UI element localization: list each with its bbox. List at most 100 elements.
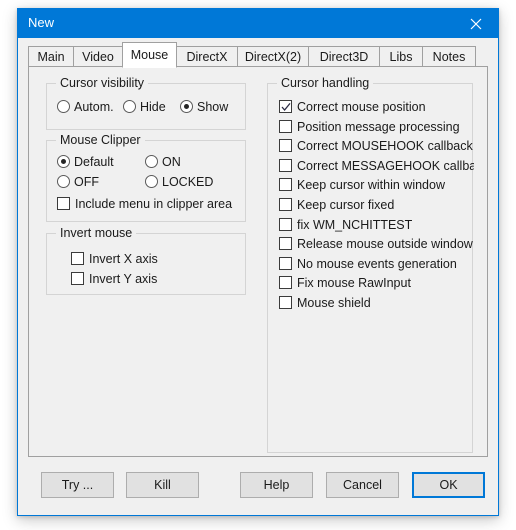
radio-clipper-locked-label: LOCKED — [162, 175, 214, 189]
radio-clipper-off-indicator — [57, 175, 70, 188]
checkbox-indicator — [279, 139, 292, 153]
checkbox-fix-wm-nchittest[interactable]: fix WM_NCHITTEST — [279, 217, 413, 232]
cancel-button[interactable]: Cancel — [326, 472, 399, 498]
checkbox-label: Position message processing — [297, 119, 460, 134]
checkbox-indicator — [279, 100, 292, 113]
checkbox-label: Correct MESSAGEHOOK callback — [297, 158, 474, 173]
tab-label: Notes — [432, 50, 466, 64]
radio-clipper-default[interactable]: Default — [57, 155, 114, 169]
radio-clipper-on[interactable]: ON — [145, 155, 181, 169]
checkbox-no-mouse-events-generation[interactable]: No mouse events generation — [279, 256, 457, 271]
radio-autom-label: Autom. — [74, 100, 114, 114]
radio-hide[interactable]: Hide — [123, 100, 166, 114]
tab-notes[interactable]: Notes — [422, 46, 476, 67]
cursor-handling-checkbox-list: Correct mouse position Position message p… — [268, 84, 474, 452]
checkbox-indicator — [279, 237, 292, 251]
checkbox-label: Keep cursor within window — [297, 178, 445, 193]
checkbox-label: Release mouse outside window — [297, 237, 473, 252]
checkbox-correct-messagehook-callback[interactable]: Correct MESSAGEHOOK callback — [279, 158, 474, 173]
checkbox-keep-cursor-fixed[interactable]: Keep cursor fixed — [279, 198, 394, 212]
tab-label: DirectX(2) — [244, 50, 302, 64]
checkbox-invert-y-label: Invert Y axis — [89, 272, 158, 286]
tab-label: Libs — [389, 50, 413, 64]
group-invert-mouse-title: Invert mouse — [56, 226, 137, 240]
radio-clipper-on-label: ON — [162, 155, 181, 169]
window-title: New — [28, 15, 55, 30]
radio-hide-label: Hide — [140, 100, 166, 114]
help-button[interactable]: Help — [240, 472, 313, 498]
button-label: Kill — [154, 478, 171, 492]
button-label: Cancel — [343, 478, 382, 492]
tab-panel-mouse: Cursor visibility Autom. Hide Show Mouse… — [28, 66, 488, 457]
tab-label: Main — [37, 50, 65, 64]
checkbox-position-message-processing[interactable]: Position message processing — [279, 119, 460, 134]
checkbox-indicator — [279, 217, 292, 231]
checkbox-include-menu-indicator — [57, 197, 70, 210]
title-bar: New — [18, 9, 498, 38]
radio-clipper-locked-indicator — [145, 175, 158, 188]
tab-label: Mouse — [130, 48, 169, 62]
checkbox-label: No mouse events generation — [297, 256, 457, 271]
tab-direct3d[interactable]: Direct3D — [308, 46, 380, 67]
tab-directx-2[interactable]: DirectX(2) — [237, 46, 309, 67]
group-invert-mouse: Invert mouse Invert X axis Invert Y axis — [46, 226, 246, 295]
radio-clipper-on-indicator — [145, 155, 158, 168]
checkbox-indicator — [279, 158, 292, 172]
checkbox-label: Correct MOUSEHOOK callback — [297, 139, 473, 154]
tab-label: DirectX — [186, 50, 228, 64]
checkbox-invert-y-axis[interactable]: Invert Y axis — [71, 272, 157, 286]
ok-button[interactable]: OK — [412, 472, 485, 498]
tab-label: Direct3D — [319, 50, 369, 64]
radio-autom[interactable]: Autom. — [57, 100, 114, 114]
checkbox-label: Fix mouse RawInput — [297, 276, 411, 291]
checkbox-release-mouse-outside-window[interactable]: Release mouse outside window — [279, 237, 473, 251]
radio-show[interactable]: Show — [180, 100, 228, 114]
tab-video[interactable]: Video — [73, 46, 123, 67]
checkbox-invert-x-axis[interactable]: Invert X axis — [71, 252, 158, 266]
checkbox-label: Correct mouse position — [297, 100, 426, 114]
kill-button[interactable]: Kill — [126, 472, 199, 498]
tab-directx[interactable]: DirectX — [176, 46, 238, 67]
group-mouse-clipper: Mouse Clipper Default ON OFF LOCKED Incl… — [46, 133, 246, 222]
radio-clipper-default-indicator — [57, 155, 70, 168]
group-cursor-handling: Cursor handling Correct mouse position Po… — [267, 76, 474, 453]
tab-strip: Main Video Mouse DirectX DirectX(2) Direct3D L… — [28, 42, 488, 68]
radio-clipper-off[interactable]: OFF — [57, 175, 99, 189]
radio-show-indicator — [180, 100, 193, 113]
checkbox-correct-mousehook-callback[interactable]: Correct MOUSEHOOK callback — [279, 139, 473, 153]
tab-main[interactable]: Main — [28, 46, 74, 67]
new-profile-dialog: New Main Video Mouse DirectX DirectX(2) Direc… — [17, 8, 499, 516]
checkbox-label: Keep cursor fixed — [297, 198, 395, 212]
checkbox-indicator — [279, 178, 292, 192]
group-cursor-visibility-title: Cursor visibility — [56, 76, 149, 90]
checkbox-indicator — [279, 119, 292, 133]
checkbox-include-menu-in-clipper-area[interactable]: Include menu in clipper area — [57, 197, 232, 211]
button-label: Try ... — [61, 478, 94, 492]
radio-show-label: Show — [197, 100, 229, 114]
checkbox-keep-cursor-within-window[interactable]: Keep cursor within window — [279, 178, 445, 192]
radio-clipper-locked[interactable]: LOCKED — [145, 175, 213, 189]
tab-mouse[interactable]: Mouse — [122, 42, 177, 68]
checkbox-indicator — [279, 198, 292, 211]
checkbox-include-menu-label: Include menu in clipper area — [75, 197, 233, 211]
checkbox-indicator — [279, 276, 292, 290]
checkbox-correct-mouse-position[interactable]: Correct mouse position — [279, 100, 426, 114]
button-label: OK — [439, 478, 458, 492]
try-button[interactable]: Try ... — [41, 472, 114, 498]
tab-label: Video — [82, 50, 114, 64]
checkbox-fix-mouse-rawinput[interactable]: Fix mouse RawInput — [279, 276, 411, 290]
tab-libs[interactable]: Libs — [379, 46, 423, 67]
radio-autom-indicator — [57, 100, 70, 113]
group-mouse-clipper-title: Mouse Clipper — [56, 133, 145, 147]
checkbox-label: Mouse shield — [297, 296, 371, 310]
checkbox-label: fix WM_NCHITTEST — [297, 217, 413, 232]
close-button[interactable] — [454, 9, 498, 38]
checkbox-invert-y-indicator — [71, 272, 84, 285]
checkbox-mouse-shield[interactable]: Mouse shield — [279, 296, 371, 310]
checkbox-invert-x-indicator — [71, 252, 84, 265]
checkbox-invert-x-label: Invert X axis — [89, 252, 158, 266]
group-cursor-visibility: Cursor visibility Autom. Hide Show — [46, 76, 246, 130]
screen-background: New Main Video Mouse DirectX DirectX(2) Direc… — [0, 0, 516, 530]
radio-clipper-default-label: Default — [74, 155, 114, 169]
radio-hide-indicator — [123, 100, 136, 113]
